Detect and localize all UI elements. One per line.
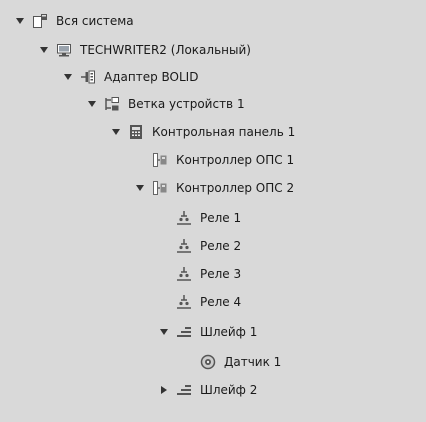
tree-item-label: Датчик 1 (224, 355, 282, 369)
tree-item-relay-2[interactable]: Реле 2 (0, 235, 426, 257)
tree-item-label: Шлейф 1 (200, 325, 258, 339)
sensor-icon (200, 354, 216, 370)
tree-item-relay-4[interactable]: Реле 4 (0, 291, 426, 313)
tree-item-label: Реле 4 (200, 295, 242, 309)
relay-icon (176, 294, 192, 310)
expand-toggle-icon[interactable] (134, 177, 146, 199)
controller-icon (152, 180, 168, 196)
tree-item-label: Адаптер BOLID (104, 70, 199, 84)
relay-icon (176, 238, 192, 254)
tree-item-label: Контрольная панель 1 (152, 125, 296, 139)
expand-toggle-icon[interactable] (62, 66, 74, 88)
tree-item-label: Контроллер ОПС 2 (176, 181, 295, 195)
system-icon (32, 13, 48, 29)
expand-toggle-icon[interactable] (158, 321, 170, 343)
tree-item-all-system[interactable]: Вся система (0, 10, 426, 32)
tree-item-computer[interactable]: TECHWRITER2 (Локальный) (0, 39, 426, 61)
toggle-spacer (134, 149, 146, 171)
tree-item-sensor-1[interactable]: Датчик 1 (0, 351, 426, 373)
tree-item-label: TECHWRITER2 (Локальный) (80, 43, 251, 57)
expand-toggle-icon[interactable] (14, 10, 26, 32)
tree-item-label: Ветка устройств 1 (128, 97, 245, 111)
control-panel-icon (128, 124, 144, 140)
loop-icon (176, 382, 192, 398)
collapse-toggle-icon[interactable] (158, 379, 170, 401)
device-branch-icon (104, 96, 120, 112)
toggle-spacer (158, 263, 170, 285)
tree-item-controller-1[interactable]: Контроллер ОПС 1 (0, 149, 426, 171)
computer-icon (56, 42, 72, 58)
toggle-spacer (182, 351, 194, 373)
relay-icon (176, 210, 192, 226)
toggle-spacer (158, 291, 170, 313)
tree-item-adapter[interactable]: Адаптер BOLID (0, 66, 426, 88)
tree-item-control-panel[interactable]: Контрольная панель 1 (0, 121, 426, 143)
tree-item-relay-1[interactable]: Реле 1 (0, 207, 426, 229)
loop-icon (176, 324, 192, 340)
toggle-spacer (158, 235, 170, 257)
expand-toggle-icon[interactable] (86, 93, 98, 115)
expand-toggle-icon[interactable] (110, 121, 122, 143)
tree-item-relay-3[interactable]: Реле 3 (0, 263, 426, 285)
tree-item-label: Шлейф 2 (200, 383, 258, 397)
tree-item-loop-1[interactable]: Шлейф 1 (0, 321, 426, 343)
tree-item-label: Вся система (56, 14, 134, 28)
tree-item-label: Реле 1 (200, 211, 242, 225)
tree-item-label: Реле 2 (200, 239, 242, 253)
device-tree: Вся система TECHWRITER2 (Локальный) Адап… (0, 0, 426, 422)
toggle-spacer (158, 207, 170, 229)
relay-icon (176, 266, 192, 282)
tree-item-label: Контроллер ОПС 1 (176, 153, 295, 167)
adapter-icon (80, 69, 96, 85)
tree-item-loop-2[interactable]: Шлейф 2 (0, 379, 426, 401)
tree-item-device-branch[interactable]: Ветка устройств 1 (0, 93, 426, 115)
tree-item-label: Реле 3 (200, 267, 242, 281)
controller-icon (152, 152, 168, 168)
expand-toggle-icon[interactable] (38, 39, 50, 61)
tree-item-controller-2[interactable]: Контроллер ОПС 2 (0, 177, 426, 199)
